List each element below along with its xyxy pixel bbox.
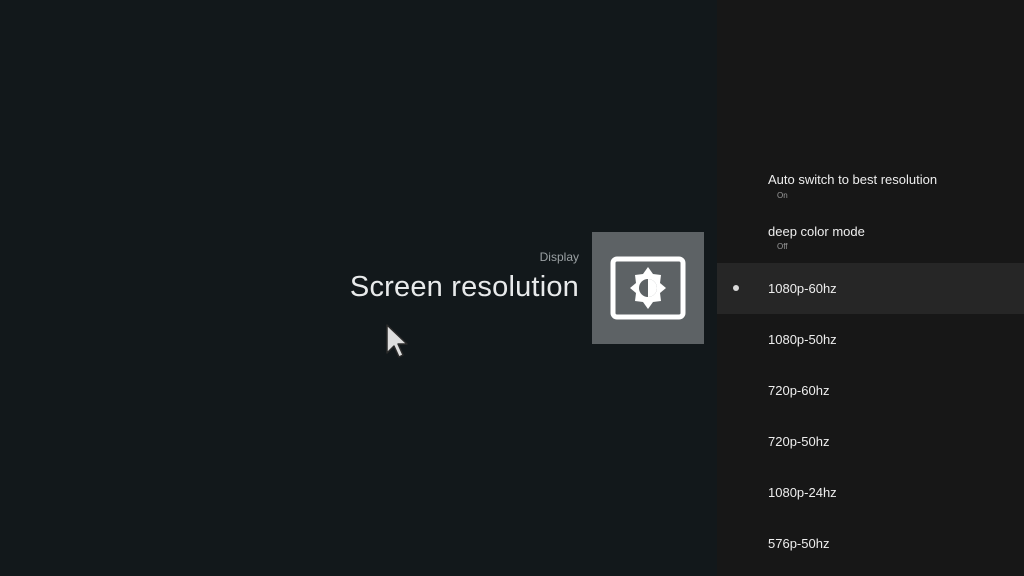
display-brightness-icon	[610, 256, 686, 320]
page-title: Screen resolution	[349, 271, 579, 303]
resolution-label: 720p-60hz	[768, 383, 830, 398]
tv-settings-screen: Display Screen resolution Auto switch to…	[0, 0, 1024, 576]
resolution-option-576p-50hz[interactable]: 576p-50hz	[717, 518, 1024, 569]
display-icon-tile	[592, 232, 704, 344]
deep-color-value: Off	[777, 242, 788, 251]
settings-list: Auto switch to best resolution On deep c…	[717, 0, 1024, 576]
resolution-label: 720p-50hz	[768, 434, 830, 449]
deep-color-mode-item[interactable]: deep color mode Off	[717, 214, 1024, 265]
resolution-option-1080p-60hz[interactable]: 1080p-60hz	[717, 263, 1024, 314]
resolution-option-720p-60hz[interactable]: 720p-60hz	[717, 365, 1024, 416]
header-pane: Display Screen resolution	[0, 0, 717, 576]
resolution-label: 1080p-50hz	[768, 332, 837, 347]
mouse-pointer-icon	[385, 323, 409, 364]
resolution-option-1080p-50hz[interactable]: 1080p-50hz	[717, 314, 1024, 365]
breadcrumb: Display	[539, 250, 579, 264]
selected-indicator-icon	[733, 285, 739, 291]
deep-color-label: deep color mode	[768, 224, 865, 239]
resolution-label: 1080p-60hz	[768, 281, 837, 296]
resolution-label: 576p-50hz	[768, 536, 830, 551]
auto-switch-value: On	[777, 191, 788, 200]
resolution-option-720p-50hz[interactable]: 720p-50hz	[717, 416, 1024, 467]
resolution-option-1080p-24hz[interactable]: 1080p-24hz	[717, 467, 1024, 518]
auto-switch-label: Auto switch to best resolution	[768, 172, 938, 187]
resolution-label: 1080p-24hz	[768, 485, 837, 500]
auto-switch-resolution-item[interactable]: Auto switch to best resolution On	[717, 162, 1024, 213]
